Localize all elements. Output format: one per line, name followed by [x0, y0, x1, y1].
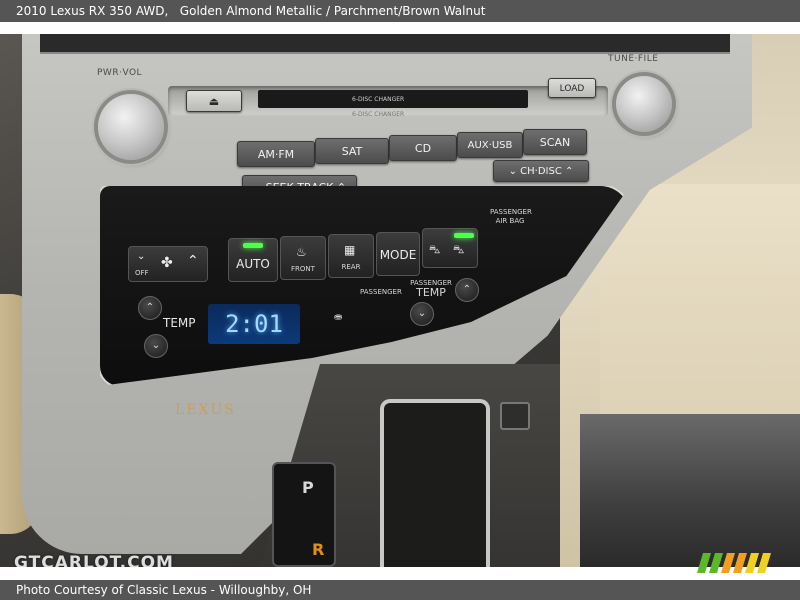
beige-trim-panel [600, 184, 800, 424]
passenger-temp-label: PASSENGER TEMP [410, 279, 452, 299]
passenger-airbag-label: PASSENGER AIR BAG [490, 208, 532, 225]
front-defrost-button: ♨ FRONT [280, 236, 326, 280]
auto-button: AUTO [228, 238, 278, 282]
gear-indicator: P R [272, 462, 336, 567]
temp-down-button: ⌄ [144, 334, 168, 358]
stripe-2 [709, 553, 723, 573]
volume-knob [98, 94, 164, 160]
stripe-3 [721, 553, 735, 573]
stripe-6 [757, 553, 771, 573]
floor-mat [580, 414, 800, 567]
vehicle-photo: PWR·VOL TUNE·FILE 6-DISC CHANGER 6-DISC … [0, 34, 800, 567]
passenger-label: PASSENGER [360, 288, 402, 296]
fan-down-icon: ⌄ [137, 251, 146, 262]
sat-button: SAT [315, 138, 389, 164]
rear-defrost-button: ▦ REAR [328, 234, 374, 278]
temp-up-button: ⌃ [138, 296, 162, 320]
chevron-down-icon: ⌄ [151, 340, 161, 351]
footer-bar: Photo Courtesy of Classic Lexus - Willou… [0, 580, 800, 600]
mode-button: MODE [376, 232, 420, 276]
am-fm-button: AM·FM [237, 141, 315, 167]
title-bar: 2010 Lexus RX 350 AWD, Golden Almond Met… [0, 0, 800, 22]
scan-button: SCAN [523, 129, 587, 155]
passenger-temp-down-button: ⌄ [410, 302, 434, 326]
recirculation-button: ⛍ ⛍ [422, 228, 478, 268]
lexus-logo: LEXUS [175, 402, 236, 418]
temperature-display: 2:01 [208, 304, 300, 344]
vehicle-title: 2010 Lexus RX 350 AWD, [16, 4, 169, 18]
watermark: GTCARLOT.COM [14, 553, 174, 567]
slot-label-1: 6-DISC CHANGER [352, 96, 405, 103]
fan-off-button: ⌄ OFF ✤ ⌃ [128, 246, 208, 282]
stripe-1 [697, 553, 711, 573]
rear-defrost-icon: ▦ [344, 243, 356, 257]
chevron-down-icon: ⌄ [417, 308, 427, 319]
slot-label-2: 6-DISC CHANGER [352, 111, 405, 118]
air-vent [40, 34, 730, 54]
eject-icon: ⏏ [208, 95, 220, 108]
auto-led [243, 243, 263, 248]
tune-knob [616, 76, 672, 132]
seat-icon: ⛂ [334, 312, 343, 323]
stripe-5 [745, 553, 759, 573]
console-switch [500, 402, 530, 430]
passenger-temp-up-button: ⌃ [455, 278, 479, 302]
front-defrost-icon: ♨ [296, 245, 307, 259]
eject-button: ⏏ [186, 90, 242, 112]
chevron-up-icon: ⌃ [145, 302, 155, 313]
fan-up-icon: ⌃ [187, 253, 199, 269]
pwr-vol-label: PWR·VOL [97, 68, 143, 78]
chevron-up-icon: ⌃ [462, 284, 472, 295]
fresh-air-icon: ⛍ [429, 243, 441, 256]
logo-stripes [697, 553, 771, 573]
driver-temp-label: TEMP [163, 316, 196, 330]
chevron-down-icon: ⌄ [508, 166, 517, 177]
recirc-led [454, 233, 475, 238]
stripe-4 [733, 553, 747, 573]
recirculate-icon: ⛍ [453, 243, 465, 256]
load-button: LOAD [548, 78, 596, 98]
aux-usb-button: AUX·USB [457, 132, 523, 158]
fan-icon: ✤ [161, 255, 173, 271]
gear-reverse: R [312, 540, 325, 559]
chevron-up-icon: ⌃ [565, 166, 574, 177]
shift-gate [380, 399, 490, 567]
cd-button: CD [389, 135, 457, 161]
gear-park: P [302, 478, 314, 497]
vehicle-colors: Golden Almond Metallic / Parchment/Brown… [179, 4, 486, 18]
tune-file-label: TUNE·FILE [608, 54, 659, 64]
photo-credit: Photo Courtesy of Classic Lexus - Willou… [16, 583, 312, 597]
ch-disc-button: ⌄ CH·DISC ⌃ [493, 160, 589, 182]
